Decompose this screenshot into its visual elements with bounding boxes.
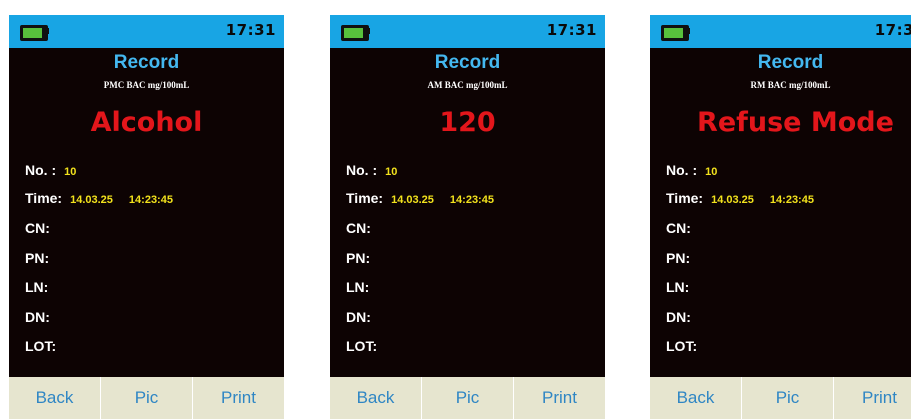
status-bar: 17:31 [9,15,284,48]
screen-title: Record [757,52,824,73]
lot-field: LOT: [25,338,56,358]
battery-tip [367,28,370,34]
dn-label: DN: [25,309,50,325]
lot-label: LOT: [666,338,698,354]
record-time-value: 14:23:45 [449,194,494,206]
cn-label: CN: [346,220,371,236]
pn-label: PN: [666,250,691,266]
record-number-label: No. : [346,162,378,178]
record-date-value: 14.03.25 [70,194,113,206]
battery-level [664,28,683,38]
cn-label: CN: [666,220,691,236]
record-number-label: No. : [25,162,57,178]
softkey-bar: Back Pic Print [650,377,911,419]
mode-unit-line: AM BAC mg/100mL [427,80,508,90]
record-time-row: Time: 14.03.25 14:23:45 [346,190,494,210]
pic-button[interactable]: Pic [100,377,192,419]
test-result: Alcohol [90,107,203,138]
lot-label: LOT: [25,338,57,354]
dn-field: DN: [666,309,691,329]
record-number-value: 10 [64,166,77,178]
ln-label: LN: [25,279,49,295]
cn-label: CN: [25,220,50,236]
dn-field: DN: [346,309,371,329]
mode-unit-line: PMC BAC mg/100mL [103,80,190,90]
print-button[interactable]: Print [513,377,605,419]
record-time-row: Time: 14.03.25 14:23:45 [666,190,814,210]
record-date-value: 14.03.25 [391,194,434,206]
ln-field: LN: [346,279,369,299]
clock: 17:31 [225,21,276,39]
back-button[interactable]: Back [9,377,100,419]
screen-title: Record [434,52,501,73]
record-time-label: Time: [346,190,384,206]
clock: 17:31 [546,21,597,39]
device-screen-am: 17:31 Record AM BAC mg/100mL 120 No. : 10… [330,15,605,419]
battery-icon [341,25,369,41]
cn-field: CN: [666,220,691,240]
ln-label: LN: [666,279,690,295]
record-number-row: No. : 10 [346,162,397,182]
battery-icon [661,25,689,41]
back-button[interactable]: Back [330,377,421,419]
record-number-row: No. : 10 [25,162,76,182]
cn-field: CN: [346,220,371,240]
battery-level [344,28,363,38]
status-bar: 17:31 [650,15,911,48]
screen-title: Record [113,52,180,73]
pn-field: PN: [666,250,690,270]
dn-label: DN: [346,309,371,325]
record-number-value: 10 [705,166,718,178]
screens-stage: 17:31 Record PMC BAC mg/100mL Alcohol No… [0,0,911,419]
record-number-row: No. : 10 [666,162,717,182]
record-number-value: 10 [385,166,398,178]
battery-level [23,28,42,38]
dn-field: DN: [25,309,50,329]
lot-field: LOT: [346,338,377,358]
pn-field: PN: [346,250,370,270]
test-result: Refuse Mode [697,107,894,138]
lot-field: LOT: [666,338,697,358]
back-button[interactable]: Back [650,377,741,419]
battery-tip [687,28,690,34]
pn-label: PN: [25,250,50,266]
device-screen-pmc: 17:31 Record PMC BAC mg/100mL Alcohol No… [9,15,284,419]
record-date-value: 14.03.25 [711,194,754,206]
battery-icon [20,25,48,41]
pn-field: PN: [25,250,49,270]
device-screen-rm: 17:31 Record RM BAC mg/100mL Refuse Mode… [650,15,911,419]
pic-button[interactable]: Pic [741,377,833,419]
ln-label: LN: [346,279,370,295]
dn-label: DN: [666,309,691,325]
record-number-label: No. : [666,162,698,178]
ln-field: LN: [666,279,689,299]
record-time-row: Time: 14.03.25 14:23:45 [25,190,173,210]
pn-label: PN: [346,250,371,266]
softkey-bar: Back Pic Print [330,377,605,419]
cn-field: CN: [25,220,50,240]
record-time-value: 14:23:45 [769,194,814,206]
mode-unit-line: RM BAC mg/100mL [750,80,831,90]
clock: 17:31 [874,21,911,39]
pic-button[interactable]: Pic [421,377,513,419]
record-time-value: 14:23:45 [128,194,173,206]
status-bar: 17:31 [330,15,605,48]
lot-label: LOT: [346,338,378,354]
test-result: 120 [439,107,496,138]
softkey-bar: Back Pic Print [9,377,284,419]
print-button[interactable]: Print [192,377,284,419]
ln-field: LN: [25,279,48,299]
battery-tip [46,28,49,34]
print-button[interactable]: Print [833,377,911,419]
record-time-label: Time: [666,190,704,206]
record-time-label: Time: [25,190,63,206]
